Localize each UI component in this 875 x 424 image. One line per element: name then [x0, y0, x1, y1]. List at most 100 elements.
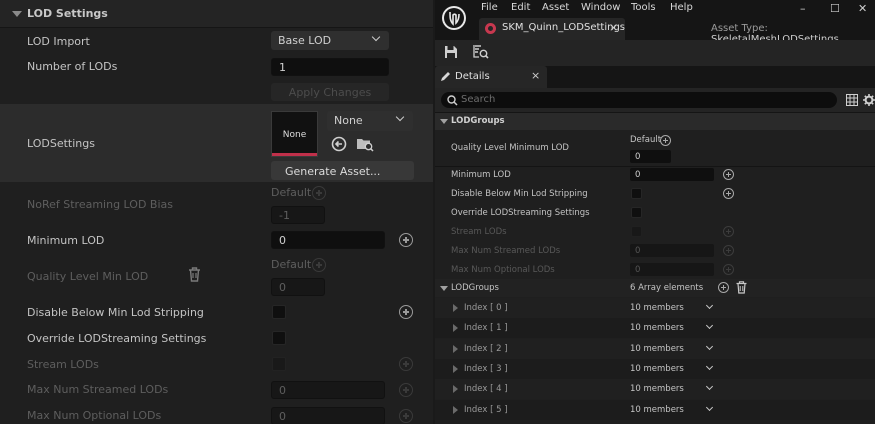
- maximize-button[interactable]: ☐: [830, 2, 840, 15]
- array-element-row[interactable]: Index [ 0 ] 10 members: [435, 298, 875, 318]
- array-elements: Index [ 0 ] 10 members Index [ 1 ] 10 membe…: [435, 298, 875, 424]
- minimize-button[interactable]: –: [800, 2, 806, 15]
- browse-content-icon[interactable]: [473, 44, 489, 60]
- expand-arrow-icon[interactable]: [453, 385, 458, 394]
- menu-asset[interactable]: Asset: [542, 2, 569, 13]
- max-optional-field[interactable]: 0: [630, 263, 714, 276]
- trash-icon[interactable]: [736, 281, 747, 294]
- quality-field[interactable]: 0: [630, 150, 671, 163]
- add-override-icon[interactable]: [399, 383, 413, 397]
- gear-icon[interactable]: [863, 94, 875, 106]
- add-override-icon[interactable]: [312, 258, 326, 272]
- noref-field[interactable]: -1: [271, 206, 325, 224]
- disable-below-checkbox[interactable]: [631, 188, 642, 199]
- toolbar: [435, 40, 875, 66]
- add-override-icon[interactable]: [723, 245, 734, 256]
- stream-lods-checkbox[interactable]: [272, 357, 286, 371]
- add-override-icon[interactable]: [660, 135, 671, 146]
- close-window-button[interactable]: ✕: [858, 2, 867, 15]
- table-view-icon[interactable]: [846, 94, 858, 106]
- noref-default-label: Default: [271, 186, 312, 199]
- chevron-down-icon[interactable]: [705, 301, 714, 310]
- chevron-down-icon[interactable]: [705, 342, 714, 350]
- close-tab-icon[interactable]: ×: [531, 69, 540, 82]
- save-icon[interactable]: [444, 45, 458, 59]
- stream-lods-label: Stream LODs: [27, 358, 99, 371]
- menu-edit[interactable]: Edit: [511, 2, 530, 13]
- chevron-down-icon[interactable]: [705, 322, 714, 330]
- collapse-arrow-icon[interactable]: [12, 11, 22, 17]
- array-element-row[interactable]: Index [ 5 ] 10 members: [435, 399, 875, 420]
- quality-level-label: Quality Level Min LOD: [27, 270, 149, 283]
- stream-lods-checkbox[interactable]: [631, 226, 642, 237]
- array-index-label: Index [ 2 ]: [464, 343, 508, 354]
- collapse-arrow-icon[interactable]: [440, 286, 448, 291]
- lodgroups-array-row[interactable]: LODGroups 6 Array elements: [435, 279, 875, 297]
- override-streaming-label: Override LODStreaming Settings: [451, 208, 590, 218]
- unreal-logo-icon[interactable]: [441, 5, 467, 31]
- trash-icon[interactable]: [188, 267, 201, 282]
- chevron-down-icon[interactable]: [705, 362, 714, 370]
- max-streamed-field[interactable]: 0: [630, 244, 714, 257]
- generate-asset-button[interactable]: Generate Asset...: [271, 161, 414, 180]
- asset-thumbnail[interactable]: None: [271, 111, 318, 157]
- expand-arrow-icon[interactable]: [453, 324, 458, 333]
- expand-arrow-icon[interactable]: [453, 405, 458, 414]
- disable-below-checkbox[interactable]: [272, 305, 286, 319]
- array-element-row[interactable]: Index [ 3 ] 10 members: [435, 358, 875, 379]
- max-optional-field[interactable]: 0: [271, 407, 385, 424]
- add-override-icon[interactable]: [312, 186, 326, 200]
- close-tab-icon[interactable]: ×: [609, 21, 618, 34]
- lod-settings-panel: LOD Settings LOD Import Base LOD Number …: [0, 0, 433, 424]
- lodgroups-section-header[interactable]: LODGroups: [435, 113, 875, 130]
- asset-color-bar: [272, 153, 317, 156]
- array-index-label: Index [ 0 ]: [464, 303, 508, 313]
- section-title: LOD Settings: [27, 7, 108, 20]
- add-override-icon[interactable]: [723, 169, 734, 180]
- min-lod-field[interactable]: 0: [630, 168, 714, 181]
- add-override-icon[interactable]: [399, 357, 413, 371]
- lod-import-dropdown[interactable]: Base LOD: [271, 31, 389, 50]
- max-streamed-field[interactable]: 0: [271, 381, 385, 399]
- add-override-icon[interactable]: [723, 264, 734, 275]
- apply-changes-button[interactable]: Apply Changes: [271, 83, 389, 101]
- menu-help[interactable]: Help: [670, 2, 693, 13]
- lod-settings-header[interactable]: LOD Settings: [0, 0, 433, 28]
- override-streaming-checkbox[interactable]: [272, 331, 286, 345]
- members-label: 10 members: [630, 303, 684, 313]
- add-element-icon[interactable]: [718, 282, 729, 293]
- menu-tools[interactable]: Tools: [631, 2, 656, 13]
- override-streaming-checkbox[interactable]: [631, 207, 642, 218]
- members-label: 10 members: [630, 384, 684, 395]
- search-input[interactable]: Search: [441, 92, 837, 108]
- add-override-icon[interactable]: [399, 305, 413, 319]
- min-lod-label: Minimum LOD: [451, 170, 511, 180]
- array-element-row[interactable]: Index [ 1 ] 10 members: [435, 318, 875, 339]
- chevron-down-icon[interactable]: [705, 403, 714, 411]
- row-divider: [435, 166, 875, 167]
- quality-field[interactable]: 0: [271, 278, 325, 296]
- add-override-icon[interactable]: [399, 233, 413, 247]
- add-override-icon[interactable]: [723, 226, 734, 237]
- array-element-row[interactable]: Index [ 2 ] 10 members: [435, 338, 875, 359]
- array-index-label: Index [ 4 ]: [464, 384, 508, 395]
- add-override-icon[interactable]: [399, 409, 413, 423]
- array-element-row[interactable]: Index [ 4 ] 10 members: [435, 379, 875, 400]
- expand-arrow-icon[interactable]: [453, 344, 458, 353]
- expand-arrow-icon[interactable]: [453, 304, 458, 312]
- lodsettings-row: LODSettings None None Generate Asset...: [0, 104, 433, 182]
- browse-folder-icon[interactable]: [356, 135, 374, 152]
- use-selected-icon[interactable]: [331, 136, 347, 152]
- chevron-down-icon[interactable]: [705, 383, 714, 391]
- menu-file[interactable]: File: [481, 2, 498, 13]
- asset-type-icon: [485, 23, 496, 34]
- details-tab[interactable]: Details ×: [435, 66, 547, 88]
- asset-picker-dropdown[interactable]: None: [327, 111, 413, 131]
- min-lod-field[interactable]: 0: [271, 231, 385, 249]
- collapse-arrow-icon[interactable]: [440, 119, 448, 124]
- add-override-icon[interactable]: [723, 188, 734, 199]
- menu-window[interactable]: Window: [581, 2, 620, 13]
- num-lods-field[interactable]: 1: [271, 58, 389, 76]
- document-tab[interactable]: SKM_Quinn_LODSettings ×: [479, 18, 625, 40]
- expand-arrow-icon[interactable]: [453, 364, 458, 373]
